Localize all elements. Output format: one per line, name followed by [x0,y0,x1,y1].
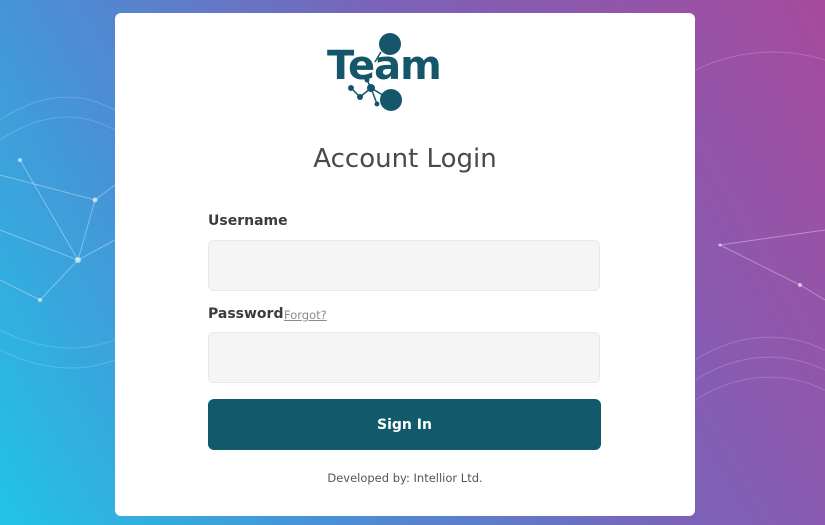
username-input[interactable] [208,240,600,291]
sign-in-button[interactable]: Sign In [208,399,601,450]
password-input[interactable] [208,332,600,383]
logo-text: Team [327,43,442,89]
username-label: Username [208,213,288,229]
team-logo: Team [327,32,453,114]
footer-credit: Developed by: Intellior Ltd. [327,471,483,485]
forgot-password-link[interactable]: Forgot? [284,308,327,322]
page-title: Account Login [313,144,497,174]
password-label: Password [208,306,284,322]
login-card: Team Account Login Username Password For… [115,13,695,516]
